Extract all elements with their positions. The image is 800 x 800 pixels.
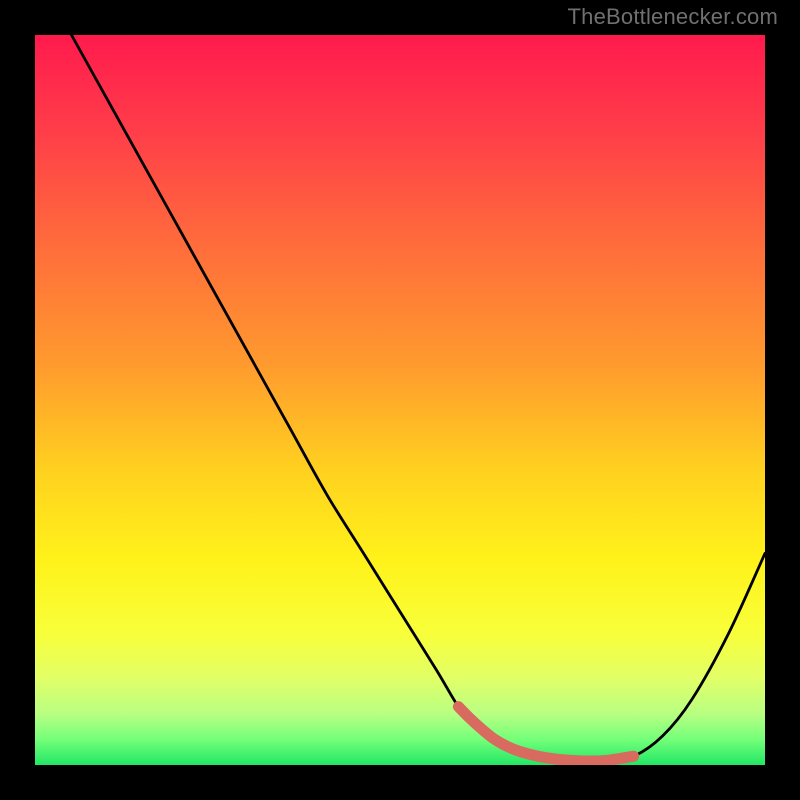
bottleneck-curve xyxy=(35,35,765,765)
attribution-text: TheBottlenecker.com xyxy=(568,4,778,30)
plot-area xyxy=(35,35,765,765)
chart-frame: TheBottlenecker.com xyxy=(0,0,800,800)
